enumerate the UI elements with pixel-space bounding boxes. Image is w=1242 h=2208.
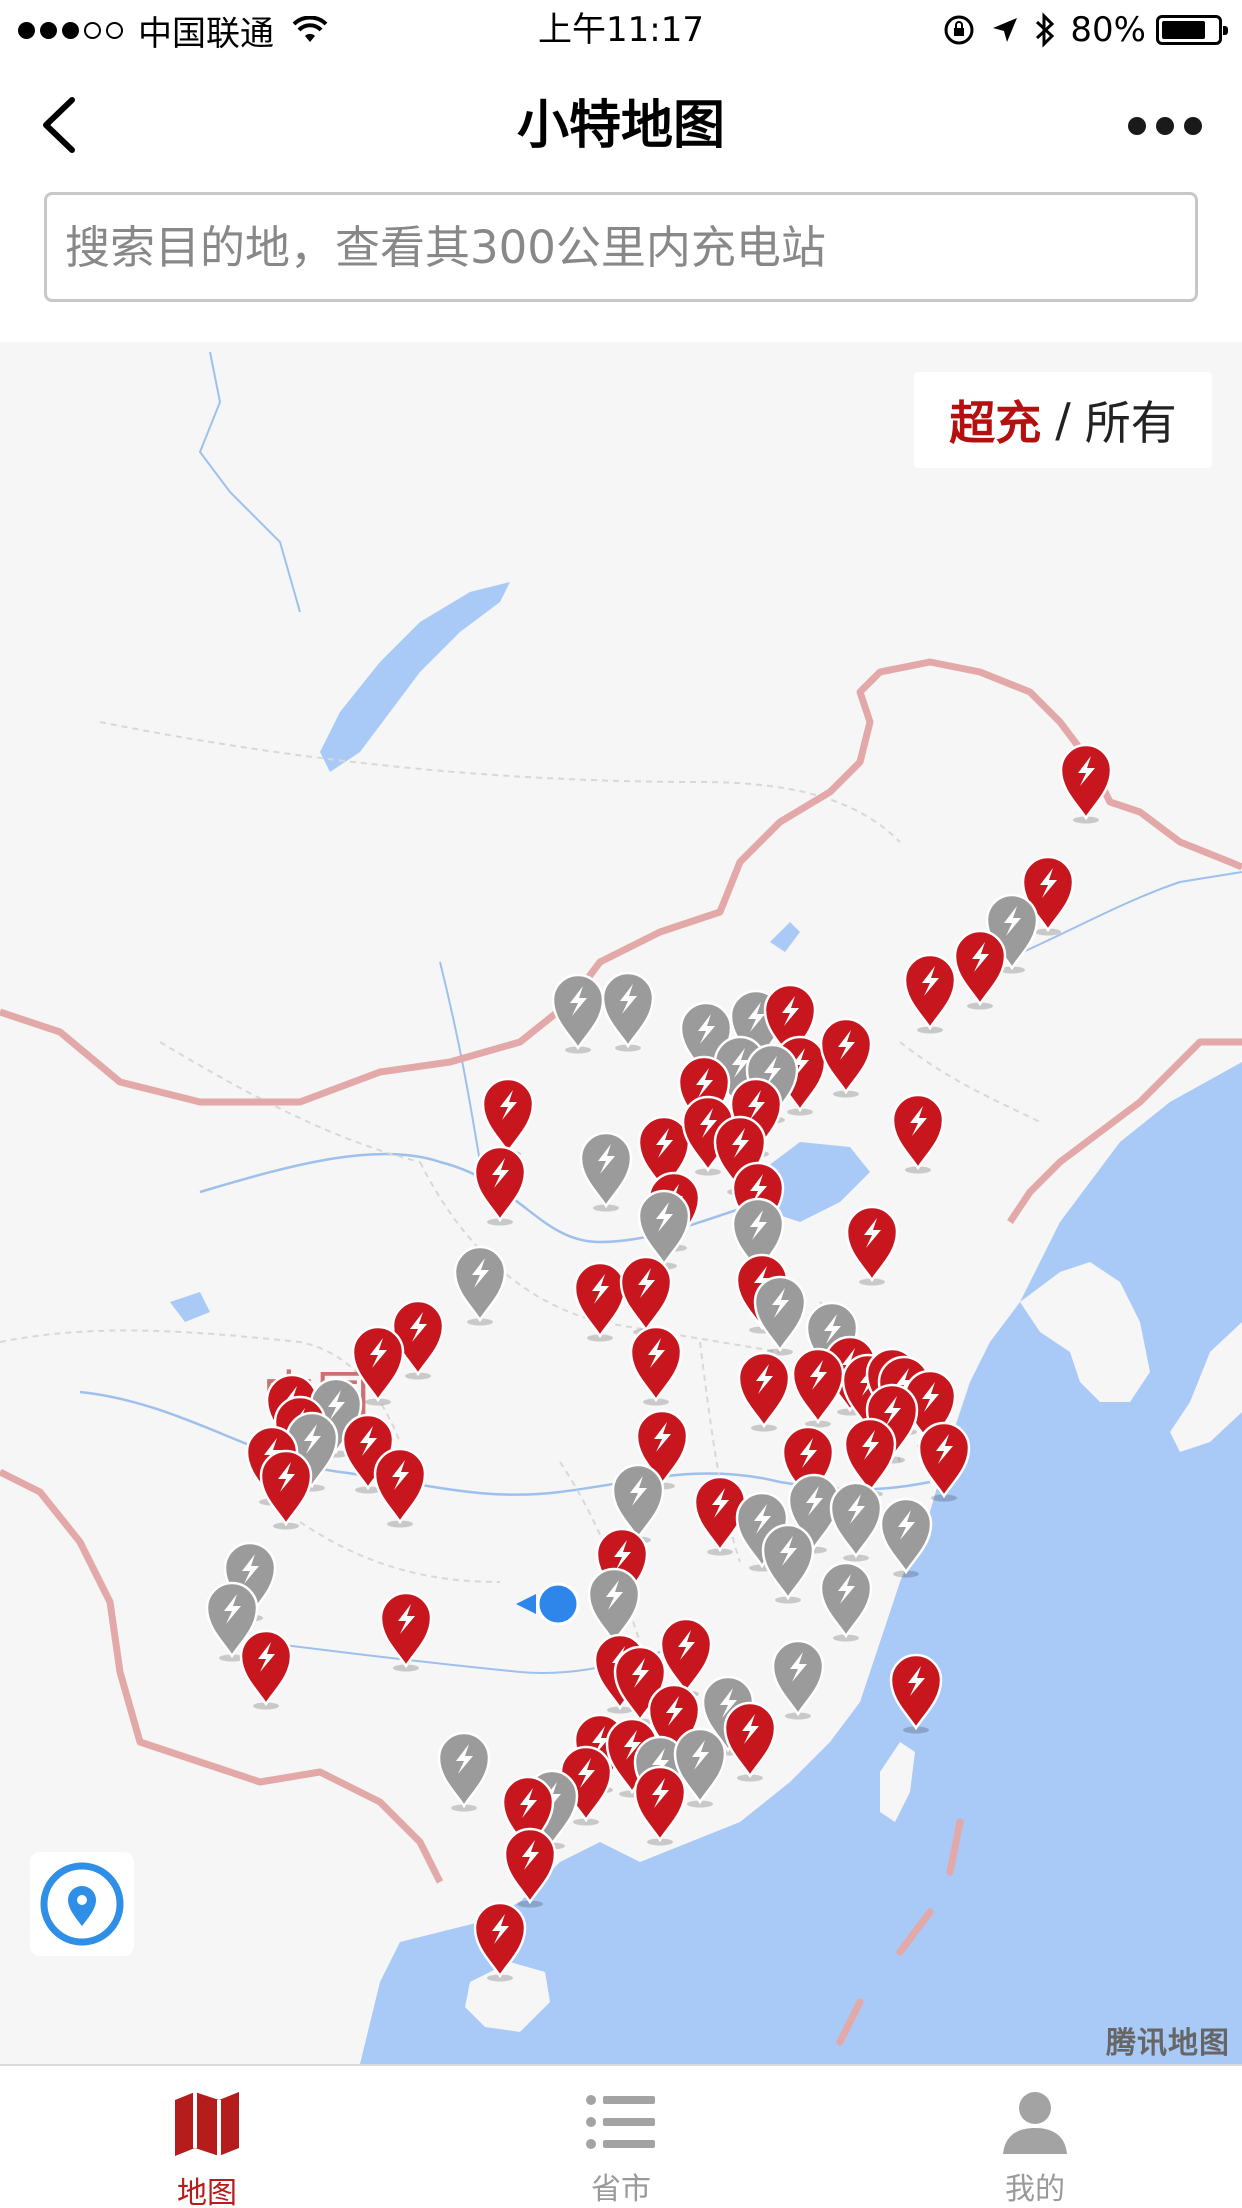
supercharger-pin[interactable]	[887, 1652, 945, 1734]
tab-label-map: 地图	[177, 2176, 237, 2208]
charger-pin[interactable]	[877, 1496, 935, 1578]
supercharger-pin[interactable]	[237, 1628, 295, 1710]
supercharger-pin[interactable]	[257, 1448, 315, 1530]
supercharger-pin[interactable]	[901, 952, 959, 1034]
supercharger-pin[interactable]	[631, 1764, 689, 1846]
more-button[interactable]	[1128, 106, 1202, 146]
location-arrow-icon	[993, 18, 1018, 42]
user-icon	[999, 2090, 1071, 2154]
tab-provinces[interactable]: 省市	[414, 2066, 828, 2208]
more-dot	[1184, 117, 1202, 135]
supercharger-pin[interactable]	[501, 1826, 559, 1908]
more-dot	[1156, 117, 1174, 135]
battery-percent: 80%	[1070, 10, 1146, 50]
supercharger-pin[interactable]	[915, 1420, 973, 1502]
supercharger-pin[interactable]	[843, 1204, 901, 1286]
filter-all[interactable]: 所有	[1085, 387, 1177, 453]
more-dot	[1128, 117, 1146, 135]
tab-map[interactable]: 地图	[0, 2066, 414, 2208]
supercharger-pin[interactable]	[471, 1144, 529, 1226]
tab-label-profile: 我的	[1005, 2172, 1065, 2207]
map-view[interactable]: 中国 超充 / 所有 腾讯地图	[0, 342, 1242, 2064]
supercharger-pin[interactable]	[377, 1590, 435, 1672]
supercharger-filter-toggle[interactable]: 超充 / 所有	[914, 372, 1212, 468]
page-title: 小特地图	[516, 96, 725, 156]
search-input[interactable]: 搜索目的地，查看其300公里内充电站	[44, 192, 1198, 302]
charger-pin[interactable]	[817, 1560, 875, 1642]
map-provider-logo: 腾讯地图	[1106, 2026, 1230, 2061]
locate-button[interactable]	[30, 1852, 134, 1956]
charger-pin[interactable]	[451, 1244, 509, 1326]
list-icon	[585, 2090, 657, 2154]
charger-pin[interactable]	[751, 1274, 809, 1356]
filter-separator: /	[1055, 393, 1071, 447]
tab-profile[interactable]: 我的	[828, 2066, 1242, 2208]
charger-pin[interactable]	[759, 1522, 817, 1604]
charger-pin[interactable]	[435, 1730, 493, 1812]
supercharger-pin[interactable]	[735, 1350, 793, 1432]
bluetooth-icon	[1036, 12, 1055, 48]
battery-cap	[1223, 26, 1228, 35]
supercharger-pin[interactable]	[721, 1700, 779, 1782]
charger-pin[interactable]	[577, 1130, 635, 1212]
filter-supercharger[interactable]: 超充	[949, 387, 1041, 453]
supercharger-pin[interactable]	[371, 1446, 429, 1528]
user-location-marker	[516, 1582, 580, 1626]
status-right: 80%	[928, 8, 1228, 52]
supercharger-pin[interactable]	[1057, 742, 1115, 824]
status-bar: 中国联通 上午11:17 80%	[0, 0, 1242, 60]
tab-label-provinces: 省市	[591, 2172, 651, 2207]
app-root: 中国联通 上午11:17 80% 小特地图 搜索目的地，查看其300公里内充电站…	[0, 0, 1242, 2208]
supercharger-pin[interactable]	[889, 1092, 947, 1174]
supercharger-pin[interactable]	[817, 1016, 875, 1098]
rotation-lock-icon	[944, 15, 974, 45]
search-placeholder: 搜索目的地，查看其300公里内充电站	[65, 221, 826, 274]
battery-fill	[1162, 21, 1206, 39]
supercharger-pin[interactable]	[471, 1900, 529, 1982]
locate-pin-icon	[40, 1862, 124, 1946]
charger-pin[interactable]	[599, 970, 657, 1052]
supercharger-pin[interactable]	[627, 1324, 685, 1406]
tab-bar: 地图 省市 我的	[0, 2064, 1242, 2208]
map-icon	[171, 2090, 243, 2158]
battery-icon	[1156, 15, 1228, 45]
nav-bar: 小特地图	[0, 62, 1242, 190]
supercharger-pin[interactable]	[951, 928, 1009, 1010]
search-bar: 搜索目的地，查看其300公里内充电站	[0, 190, 1242, 342]
